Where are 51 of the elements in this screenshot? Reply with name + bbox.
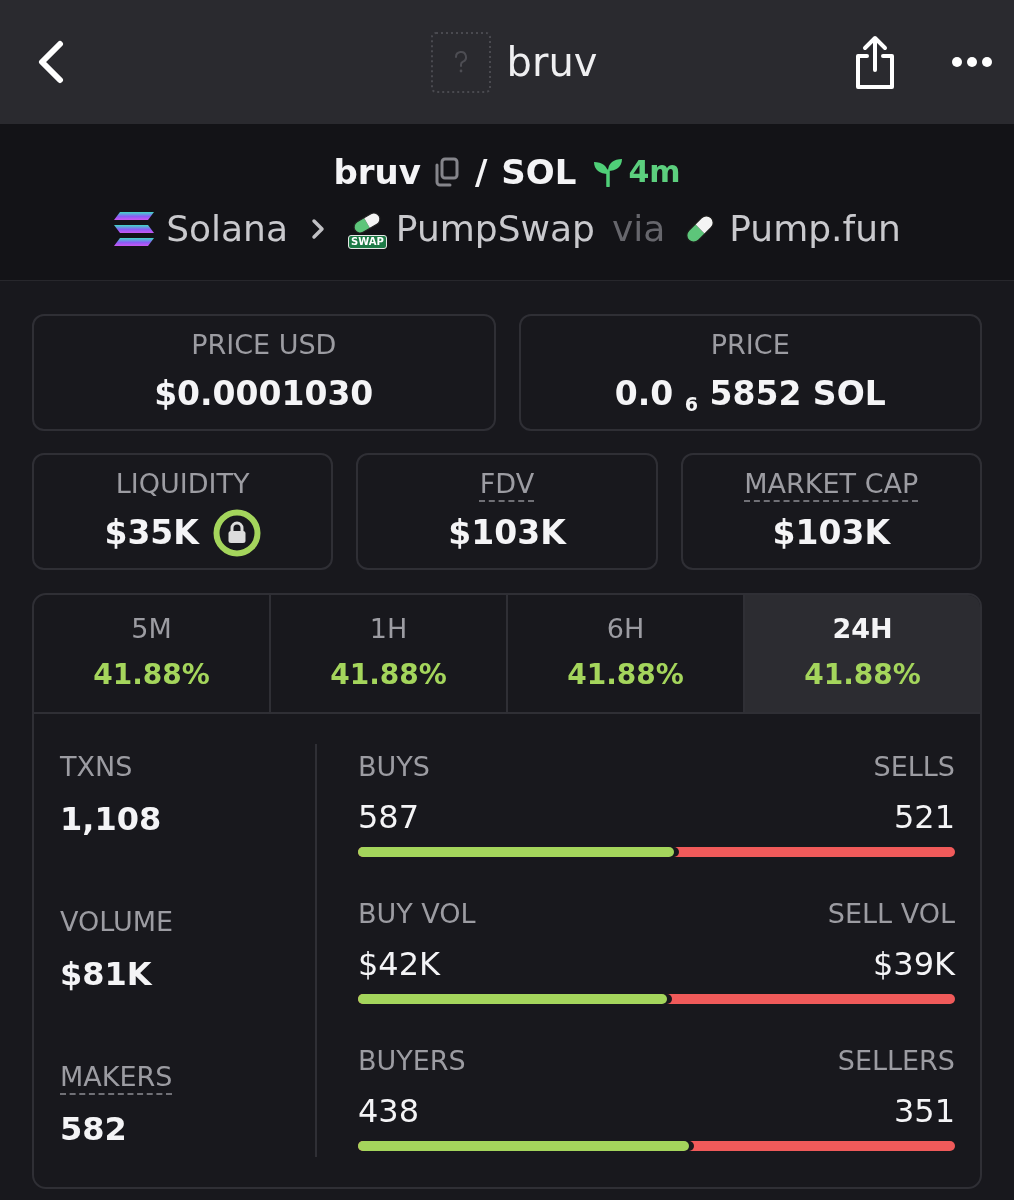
total-value: $81K — [60, 954, 152, 995]
buy-label: BUYS — [358, 750, 430, 784]
base-symbol: bruv — [333, 151, 421, 194]
share-button[interactable] — [854, 34, 896, 90]
back-button[interactable] — [36, 40, 64, 84]
total-value: 1,108 — [60, 799, 162, 840]
sell-value: $39K — [872, 944, 955, 985]
sell-label: SELLERS — [837, 1044, 955, 1078]
chain-logo-icon — [113, 211, 156, 247]
buy-value: 587 — [358, 797, 420, 838]
via-text: via — [611, 207, 666, 251]
stat-value: 0.0 $_{6}$ 5852 SOL — [614, 373, 886, 416]
swap-badge: SWAP — [348, 234, 387, 249]
pair-separator: / — [474, 151, 488, 194]
chevron-right-icon — [310, 217, 326, 241]
sell-value: 521 — [893, 797, 955, 838]
stat-label: PRICE USD — [191, 328, 337, 362]
launchpad-link[interactable]: Pump.fun — [729, 207, 901, 251]
sell-label: SELLS — [873, 750, 955, 784]
total-value: 582 — [60, 1109, 127, 1150]
period-tab[interactable]: 5M 41.88% — [34, 595, 271, 712]
buy-label: BUYERS — [358, 1044, 466, 1078]
total-label: VOLUME — [60, 905, 174, 939]
period-tab[interactable]: 24H 41.88% — [745, 595, 980, 712]
buy-label: BUY VOL — [358, 897, 476, 931]
pair-age: 4m — [628, 153, 681, 191]
stat-value: $103K — [772, 512, 891, 554]
buy-value: 438 — [358, 1091, 420, 1132]
placeholder-icon — [430, 31, 491, 93]
stat-label: PRICE — [710, 328, 790, 362]
more-button[interactable] — [952, 57, 992, 67]
more-icon — [952, 57, 992, 67]
sprout-icon — [592, 157, 625, 187]
quote-symbol: SOL — [501, 151, 577, 194]
stat-label: MARKET CAP — [744, 467, 919, 501]
stat-value: $35K — [104, 512, 199, 554]
back-icon — [36, 40, 64, 84]
sell-label: SELL VOL — [827, 897, 955, 931]
period-tab[interactable]: 1H 41.88% — [271, 595, 508, 712]
total-label: MAKERS — [60, 1060, 173, 1094]
total-label: TXNS — [60, 750, 133, 784]
stat-label: LIQUIDITY — [115, 467, 250, 501]
sell-value: 351 — [893, 1091, 955, 1132]
share-icon — [854, 34, 896, 90]
dex-link[interactable]: PumpSwap — [395, 207, 595, 251]
stat-value: $0.0001030 — [154, 373, 374, 415]
stat-value: $103K — [448, 512, 566, 554]
buy-value: $42K — [358, 944, 441, 985]
stat-label: FDV — [479, 467, 535, 501]
token-title: bruv — [506, 42, 598, 82]
chain-link[interactable]: Solana — [166, 207, 288, 251]
